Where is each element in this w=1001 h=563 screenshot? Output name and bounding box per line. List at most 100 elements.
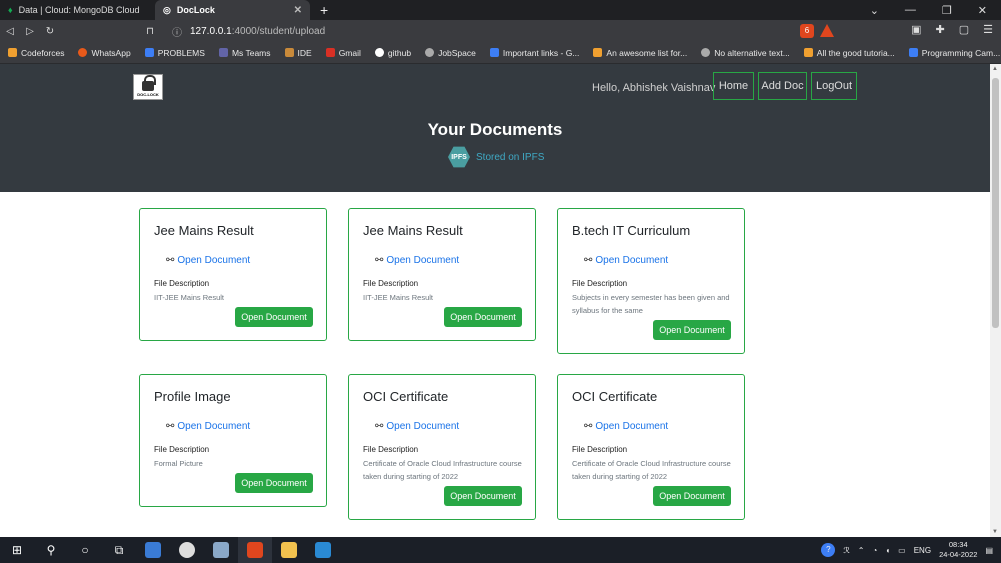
- extension-icon[interactable]: ▣: [911, 23, 921, 36]
- docs-icon: [908, 48, 918, 57]
- open-document-button[interactable]: Open Document: [444, 307, 522, 327]
- open-document-link[interactable]: ⚯ Open Document: [584, 421, 668, 432]
- notifications-icon[interactable]: ▤: [985, 546, 993, 555]
- brave-shields[interactable]: 6: [800, 24, 834, 38]
- forward-icon[interactable]: ▷: [20, 26, 40, 37]
- nav-add-doc-button[interactable]: Add Doc: [758, 72, 807, 100]
- close-window-icon[interactable]: ✕: [978, 4, 987, 17]
- open-document-link[interactable]: ⚯ Open Document: [375, 421, 459, 432]
- scroll-thumb[interactable]: [992, 78, 999, 328]
- bookmark-icon[interactable]: ⊓: [140, 26, 160, 37]
- reload-icon[interactable]: ↻: [40, 26, 60, 37]
- close-icon[interactable]: ✕: [294, 5, 302, 16]
- open-document-button[interactable]: Open Document: [235, 307, 313, 327]
- bookmark-teams[interactable]: Ms Teams: [218, 48, 271, 58]
- url-host: 127.0.0.1: [190, 25, 232, 37]
- tab-doclock[interactable]: ◎ DocLock ✕: [155, 0, 310, 20]
- documents-grid: Jee Mains Result ⚯ Open Document File Des…: [0, 192, 990, 537]
- restore-icon[interactable]: ❐: [942, 4, 952, 17]
- battery-icon[interactable]: ▭: [898, 546, 906, 555]
- bookmark-tutorials[interactable]: All the good tutoria...: [803, 48, 895, 58]
- browser-tab-strip: ♦ Data | Cloud: MongoDB Cloud ◎ DocLock …: [0, 0, 1001, 20]
- brave-rewards-icon[interactable]: [820, 24, 834, 37]
- open-document-button[interactable]: Open Document: [653, 320, 731, 340]
- language-indicator[interactable]: ENG: [914, 546, 931, 555]
- task-view-icon[interactable]: ⧉: [102, 537, 136, 563]
- globe-icon: [425, 48, 435, 57]
- link-icon: ⚯: [375, 255, 384, 266]
- help-icon[interactable]: ?: [821, 543, 836, 557]
- file-description-label: File Description: [363, 445, 419, 454]
- windows-taskbar: ⊞ ⚲ ○ ⧉ ? ℛ ⌃ ◔ ◖ ▭ ENG 08:34 24-04-2022…: [0, 537, 1001, 563]
- bookmark-codeforces[interactable]: Codeforces: [8, 48, 64, 58]
- brave-shield-icon[interactable]: 6: [800, 24, 814, 38]
- cortana-icon[interactable]: ○: [68, 537, 102, 563]
- document-card: B.tech IT Curriculum ⚯ Open Document File…: [557, 208, 745, 354]
- open-document-button[interactable]: Open Document: [235, 473, 313, 493]
- open-document-link[interactable]: ⚯ Open Document: [584, 255, 668, 266]
- vscode-icon[interactable]: [306, 537, 340, 563]
- info-icon: ⓘ: [172, 27, 182, 39]
- bookmark-awesome-list[interactable]: An awesome list for...: [593, 48, 687, 58]
- chevron-down-icon[interactable]: ⌄: [870, 4, 879, 17]
- ide-icon: [284, 48, 294, 57]
- open-document-button[interactable]: Open Document: [444, 486, 522, 506]
- new-tab-button[interactable]: +: [310, 2, 338, 18]
- url-field[interactable]: ⓘ 127.0.0.1:4000/student/upload: [168, 22, 868, 40]
- puzzle-icon[interactable]: ✚: [936, 23, 945, 36]
- ipfs-logo-icon: IPFS: [448, 146, 470, 168]
- open-document-link[interactable]: ⚯ Open Document: [166, 421, 250, 432]
- doclock-logo[interactable]: DOC-LOCK: [133, 74, 163, 100]
- globe-icon: [701, 48, 711, 57]
- people-icon[interactable]: ℛ: [843, 546, 849, 555]
- file-explorer-icon[interactable]: [272, 537, 306, 563]
- ipfs-text: Stored on IPFS: [476, 151, 545, 163]
- volume-icon[interactable]: ◖: [885, 546, 890, 555]
- lock-icon: [142, 75, 156, 91]
- todo-app-icon[interactable]: [136, 537, 170, 563]
- open-document-link[interactable]: ⚯ Open Document: [166, 255, 250, 266]
- chevron-up-icon[interactable]: ⌃: [858, 546, 865, 555]
- bookmark-ide[interactable]: IDE: [284, 48, 312, 58]
- wallet-icon[interactable]: ▢: [959, 23, 969, 36]
- address-bar-row: ◁ ▷ ↻ ⊓ ⓘ 127.0.0.1:4000/student/upload …: [0, 20, 1001, 42]
- back-icon[interactable]: ◁: [0, 26, 20, 37]
- search-icon[interactable]: ⚲: [34, 537, 68, 563]
- logo-text: DOC-LOCK: [137, 92, 159, 97]
- menu-icon[interactable]: ☰: [983, 23, 993, 36]
- card-title: Jee Mains Result: [154, 223, 254, 238]
- link-icon: ⚯: [375, 421, 384, 432]
- url-path: :4000/student/upload: [231, 25, 326, 37]
- window-controls: ⌄ — ❐ ✕: [870, 4, 1001, 17]
- bookmark-whatsapp[interactable]: WhatsApp: [78, 48, 131, 58]
- scroll-up-icon[interactable]: ▲: [992, 66, 998, 72]
- notes-app-icon[interactable]: [204, 537, 238, 563]
- tab-mongodb[interactable]: ♦ Data | Cloud: MongoDB Cloud: [0, 0, 155, 20]
- brave-browser-icon[interactable]: [238, 537, 272, 563]
- bookmark-problems[interactable]: PROBLEMS: [144, 48, 205, 58]
- bookmark-gmail[interactable]: Gmail: [325, 48, 361, 58]
- card-title: Profile Image: [154, 389, 231, 404]
- nav-logout-button[interactable]: LogOut: [811, 72, 857, 100]
- page-scrollbar[interactable]: ▲ ▼: [990, 64, 1001, 537]
- bookmarks-bar: Codeforces WhatsApp PROBLEMS Ms Teams ID…: [0, 42, 1001, 64]
- minimize-icon[interactable]: —: [905, 4, 916, 17]
- clock-app-icon[interactable]: [170, 537, 204, 563]
- bookmark-jobspace[interactable]: JobSpace: [425, 48, 476, 58]
- scroll-down-icon[interactable]: ▼: [992, 529, 998, 535]
- mongodb-leaf-icon: ♦: [8, 5, 13, 15]
- wifi-icon[interactable]: ◔: [872, 546, 877, 555]
- nav-home-button[interactable]: Home: [713, 72, 754, 100]
- system-tray: ? ℛ ⌃ ◔ ◖ ▭ ENG 08:34 24-04-2022 ▤: [821, 540, 1001, 560]
- user-greeting: Hello, Abhishek Vaishnav: [592, 82, 716, 94]
- bookmark-no-alt-text[interactable]: No alternative text...: [701, 48, 790, 58]
- clock[interactable]: 08:34 24-04-2022: [939, 540, 977, 560]
- windows-start-icon[interactable]: ⊞: [0, 537, 34, 563]
- open-document-button[interactable]: Open Document: [653, 486, 731, 506]
- docs-icon: [144, 48, 154, 57]
- open-document-link[interactable]: ⚯ Open Document: [375, 255, 459, 266]
- bookmark-github[interactable]: github: [374, 48, 411, 58]
- file-description: Certificate of Oracle Cloud Infrastructu…: [363, 459, 522, 481]
- bookmark-programming-camp[interactable]: Programming Cam...: [908, 48, 1000, 58]
- bookmark-important-links[interactable]: Important links - G...: [489, 48, 579, 58]
